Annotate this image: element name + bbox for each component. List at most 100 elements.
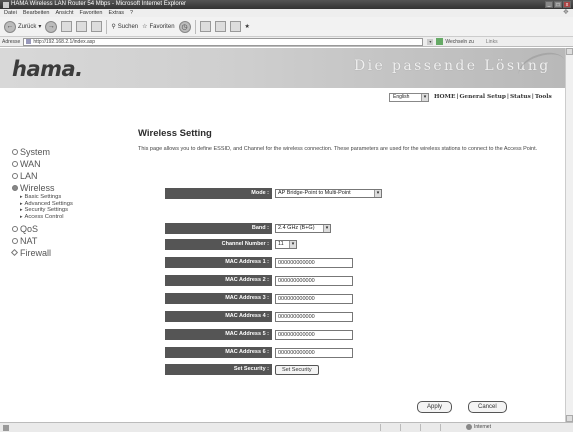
- close-button[interactable]: x: [563, 1, 571, 8]
- main-panel: Wireless Setting This page allows you to…: [138, 128, 568, 153]
- sidebar-item-label: NAT: [20, 235, 38, 246]
- channel-label: Channel Number :: [165, 239, 272, 250]
- mac-address-1-input[interactable]: [275, 257, 353, 268]
- nav-status[interactable]: Status: [509, 94, 532, 100]
- nav-general-setup[interactable]: General Setup: [458, 94, 506, 100]
- status-separator: [380, 424, 381, 431]
- page-icon: [26, 39, 32, 44]
- toolbar-separator: [194, 19, 196, 34]
- band-row: Band : 2.4 GHz (B+G) ▾: [165, 223, 331, 234]
- nav-home[interactable]: HOME: [433, 94, 456, 100]
- back-button[interactable]: ← Zurück ▾: [4, 20, 41, 33]
- favorites-label: Favoriten: [149, 23, 175, 30]
- address-dropdown-icon[interactable]: ▾: [427, 38, 434, 45]
- sidebar-item-wireless[interactable]: Wireless: [12, 182, 112, 193]
- dropdown-arrow-icon[interactable]: ▾: [38, 23, 41, 30]
- channel-select[interactable]: 11 ▾: [275, 240, 297, 249]
- mac-address-2-input[interactable]: [275, 275, 353, 286]
- search-label: Suchen: [117, 23, 139, 30]
- sidebar-item-label: Wireless: [20, 182, 55, 193]
- links-button[interactable]: Links: [486, 39, 498, 45]
- cancel-button[interactable]: Cancel: [468, 401, 507, 413]
- swoosh-decoration: [514, 48, 570, 89]
- language-select[interactable]: English ▾: [389, 93, 429, 102]
- history-icon[interactable]: ◷: [178, 20, 191, 33]
- mac-row-1: MAC Address 1 :: [165, 257, 353, 268]
- sidebar-item-system[interactable]: System: [12, 146, 112, 157]
- sidebar-item-lan[interactable]: LAN: [12, 170, 112, 181]
- radio-icon: [12, 237, 18, 244]
- forward-button[interactable]: →: [45, 20, 58, 33]
- menu-tools[interactable]: Extras: [108, 9, 124, 17]
- scroll-down-icon[interactable]: [566, 415, 573, 422]
- sidebar-item-firewall[interactable]: Firewall: [10, 247, 112, 258]
- page-description: This page allows you to define ESSID, an…: [138, 146, 538, 152]
- radio-selected-icon: [12, 184, 18, 191]
- favorites-button[interactable]: ☆ Favoriten: [142, 23, 175, 31]
- mail-icon[interactable]: [199, 21, 211, 32]
- search-button[interactable]: ⚲ Suchen: [111, 23, 139, 31]
- mac-row-5: MAC Address 5 :: [165, 329, 353, 340]
- go-label: Wechseln zu: [445, 38, 474, 45]
- mac-address-3-input[interactable]: [275, 293, 353, 304]
- header-banner: hama. Die passende Lösung: [0, 48, 573, 89]
- minimize-button[interactable]: _: [545, 1, 553, 8]
- diamond-icon: [10, 248, 19, 257]
- nav-tools[interactable]: Tools: [534, 94, 553, 100]
- security-row: Set Security : Set Security: [165, 364, 319, 375]
- nav-links: HOME|General Setup|Status|Tools: [433, 94, 553, 100]
- radio-icon: [12, 172, 18, 179]
- browser-toolbar: ← Zurück ▾ → ⚲ Suchen ☆ Favoriten ◷ ★: [0, 17, 573, 37]
- mac-address-4-input[interactable]: [275, 311, 353, 322]
- address-bar: Adresse http://192.168.2.1/index.asp ▾ W…: [0, 37, 573, 47]
- mac-address-6-input[interactable]: [275, 347, 353, 358]
- page-title: Wireless Setting: [138, 128, 212, 139]
- menu-view[interactable]: Ansicht: [55, 9, 73, 17]
- radio-icon: [12, 225, 18, 232]
- scroll-up-icon[interactable]: [566, 48, 573, 55]
- band-value: 2.4 GHz (B+G): [278, 225, 315, 231]
- chevron-down-icon: ▾: [421, 94, 428, 101]
- windows-logo-icon: ❖: [562, 9, 569, 16]
- mac-label-5: MAC Address 5 :: [165, 329, 272, 340]
- address-input[interactable]: http://192.168.2.1/index.asp: [23, 37, 424, 46]
- refresh-icon[interactable]: [76, 21, 88, 32]
- band-select[interactable]: 2.4 GHz (B+G) ▾: [275, 224, 331, 233]
- vertical-scrollbar[interactable]: [565, 48, 573, 422]
- set-security-button[interactable]: Set Security: [275, 364, 319, 375]
- mode-label: Mode :: [165, 188, 272, 199]
- zone-label: Internet: [474, 424, 491, 430]
- menu-help[interactable]: ?: [130, 9, 133, 17]
- menu-edit[interactable]: Bearbeiten: [23, 9, 50, 17]
- star-icon: ☆: [142, 24, 148, 30]
- status-separator: [440, 424, 441, 431]
- mac-row-6: MAC Address 6 :: [165, 347, 353, 358]
- stop-icon[interactable]: [61, 21, 73, 32]
- back-label: Zurück: [18, 23, 37, 30]
- home-icon[interactable]: [91, 21, 103, 32]
- maximize-button[interactable]: □: [554, 1, 562, 8]
- top-navigation: English ▾ HOME|General Setup|Status|Tool…: [0, 88, 573, 106]
- print-icon[interactable]: [214, 21, 226, 32]
- chevron-down-icon: ▾: [374, 190, 381, 197]
- sidebar-item-nat[interactable]: NAT: [12, 235, 112, 246]
- mac-row-2: MAC Address 2 :: [165, 275, 353, 286]
- menu-favorites[interactable]: Favoriten: [80, 9, 103, 17]
- radio-icon: [12, 160, 18, 167]
- band-label: Band :: [165, 223, 272, 234]
- window-titlebar: HAMA Wireless LAN Router 54 Mbps - Micro…: [0, 0, 573, 9]
- back-arrow-icon: ←: [4, 20, 16, 33]
- address-label: Adresse: [2, 38, 21, 45]
- menu-file[interactable]: Datei: [4, 9, 17, 17]
- edit-icon[interactable]: [229, 21, 241, 32]
- mac-address-5-input[interactable]: [275, 329, 353, 340]
- sidebar: System WAN LAN Wireless Basic Settings A…: [10, 146, 112, 259]
- go-button[interactable]: Wechseln zu: [436, 38, 474, 45]
- window-title: HAMA Wireless LAN Router 54 Mbps - Micro…: [11, 1, 187, 7]
- mode-select[interactable]: AP Bridge-Point to Multi-Point ▾: [275, 189, 382, 198]
- messenger-icon[interactable]: ★: [245, 23, 250, 30]
- sidebar-item-wan[interactable]: WAN: [12, 158, 112, 169]
- apply-button[interactable]: Apply: [417, 401, 453, 413]
- search-icon: ⚲: [111, 24, 116, 30]
- sidebar-item-qos[interactable]: QoS: [12, 223, 112, 234]
